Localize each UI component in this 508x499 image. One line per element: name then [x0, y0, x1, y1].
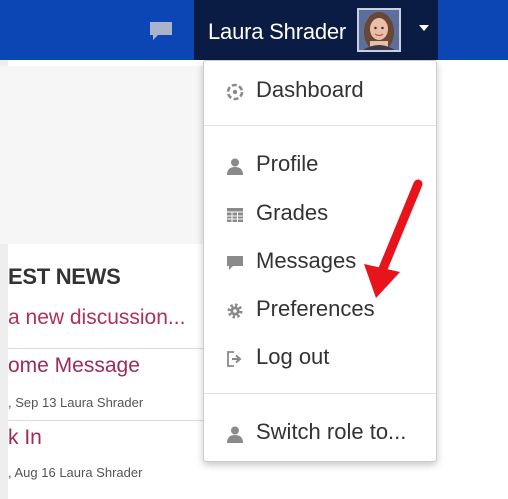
chevron-down-icon[interactable] — [419, 25, 429, 31]
logout-icon — [227, 351, 242, 367]
user-icon — [227, 158, 243, 175]
news-post-title[interactable]: ome Message — [8, 354, 140, 378]
menu-item-logout[interactable]: Log out — [204, 336, 436, 380]
menu-item-label: Switch role to... — [256, 419, 407, 444]
news-post-title[interactable]: k In — [8, 426, 42, 450]
menu-item-label: Messages — [256, 248, 357, 273]
menu-item-label: Profile — [256, 151, 319, 176]
menu-item-label: Grades — [256, 200, 329, 225]
news-post-meta: , Sep 13 Laura Shrader — [8, 395, 144, 410]
menu-item-label: Dashboard — [256, 77, 364, 102]
menu-divider — [204, 393, 436, 394]
avatar-picture — [359, 10, 399, 50]
menu-item-label: Log out — [256, 344, 330, 369]
user-icon — [227, 426, 243, 443]
content-panel — [0, 66, 206, 244]
message-icon — [227, 256, 243, 270]
news-block-title: EST NEWS — [8, 264, 121, 289]
annotation-arrow-icon — [364, 179, 423, 298]
user-menu-toggle[interactable]: Laura Shrader — [194, 0, 438, 60]
add-discussion-link[interactable]: a new discussion... — [8, 306, 185, 330]
gear-icon — [227, 303, 243, 319]
news-post-meta: , Aug 16 Laura Shrader — [8, 465, 143, 480]
menu-item-dashboard[interactable]: Dashboard — [204, 69, 436, 113]
grades-icon — [227, 208, 243, 222]
divider — [8, 348, 206, 349]
avatar[interactable] — [357, 8, 401, 52]
user-name: Laura Shrader — [208, 19, 347, 44]
menu-item-label: Preferences — [256, 296, 375, 321]
message-icon[interactable] — [148, 21, 174, 41]
latest-news-block: EST NEWS a new discussion... ome Message… — [8, 250, 206, 490]
menu-divider — [204, 125, 436, 126]
dashboard-icon — [226, 83, 244, 101]
menu-item-switch-role[interactable]: Switch role to... — [204, 411, 436, 455]
divider — [8, 420, 206, 421]
top-navbar: Laura Shrader — [0, 0, 508, 60]
